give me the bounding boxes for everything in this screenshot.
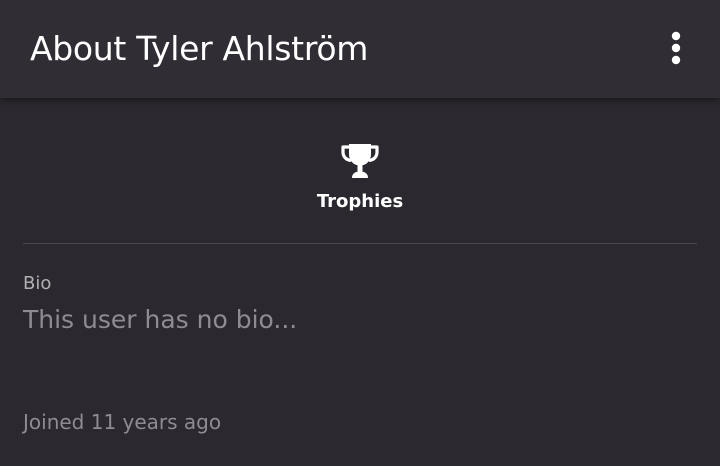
joined-date: Joined 11 years ago bbox=[23, 410, 222, 434]
overflow-menu-button[interactable] bbox=[654, 26, 698, 70]
section-divider bbox=[23, 243, 697, 244]
trophies-label: Trophies bbox=[316, 191, 404, 212]
app-bar: About Tyler Ahlström bbox=[0, 0, 720, 98]
bio-label: Bio bbox=[23, 273, 52, 294]
bio-text: This user has no bio... bbox=[23, 305, 298, 334]
more-vertical-icon bbox=[671, 31, 681, 65]
trophy-icon bbox=[341, 144, 379, 178]
about-user-screen: About Tyler Ahlström Trophies Bio This u… bbox=[0, 0, 720, 466]
page-title: About Tyler Ahlström bbox=[30, 29, 369, 68]
trophies-button[interactable]: Trophies bbox=[0, 140, 720, 224]
